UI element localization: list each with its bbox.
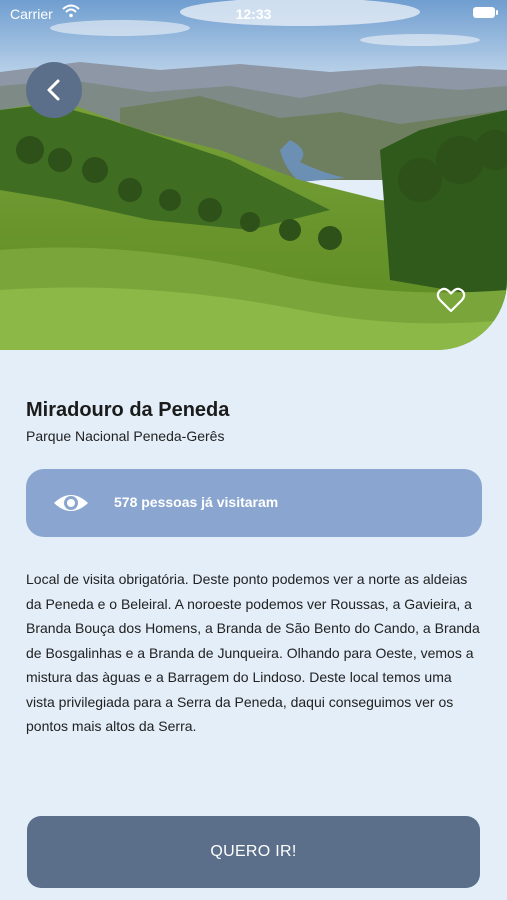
- clock: 12:33: [235, 6, 272, 22]
- visits-card: 578 pessoas já visitaram: [26, 469, 482, 537]
- status-bar: Carrier 12:33: [0, 0, 507, 28]
- want-to-go-button[interactable]: QUERO IR!: [27, 816, 480, 888]
- heart-outline-icon: [436, 287, 466, 313]
- chevron-left-icon: [47, 79, 60, 101]
- battery-icon: [473, 7, 498, 18]
- place-description: Local de visita obrigatória. Deste ponto…: [26, 571, 480, 734]
- eye-icon: [52, 489, 90, 522]
- visits-count: 578 pessoas já visitaram: [114, 494, 279, 510]
- hero-image: [0, 0, 507, 350]
- back-button[interactable]: [26, 62, 82, 118]
- place-title: Miradouro da Peneda: [26, 399, 230, 421]
- favorite-button[interactable]: [436, 286, 466, 319]
- landscape-photo: [0, 0, 507, 350]
- place-park: Parque Nacional Peneda-Gerês: [26, 428, 225, 444]
